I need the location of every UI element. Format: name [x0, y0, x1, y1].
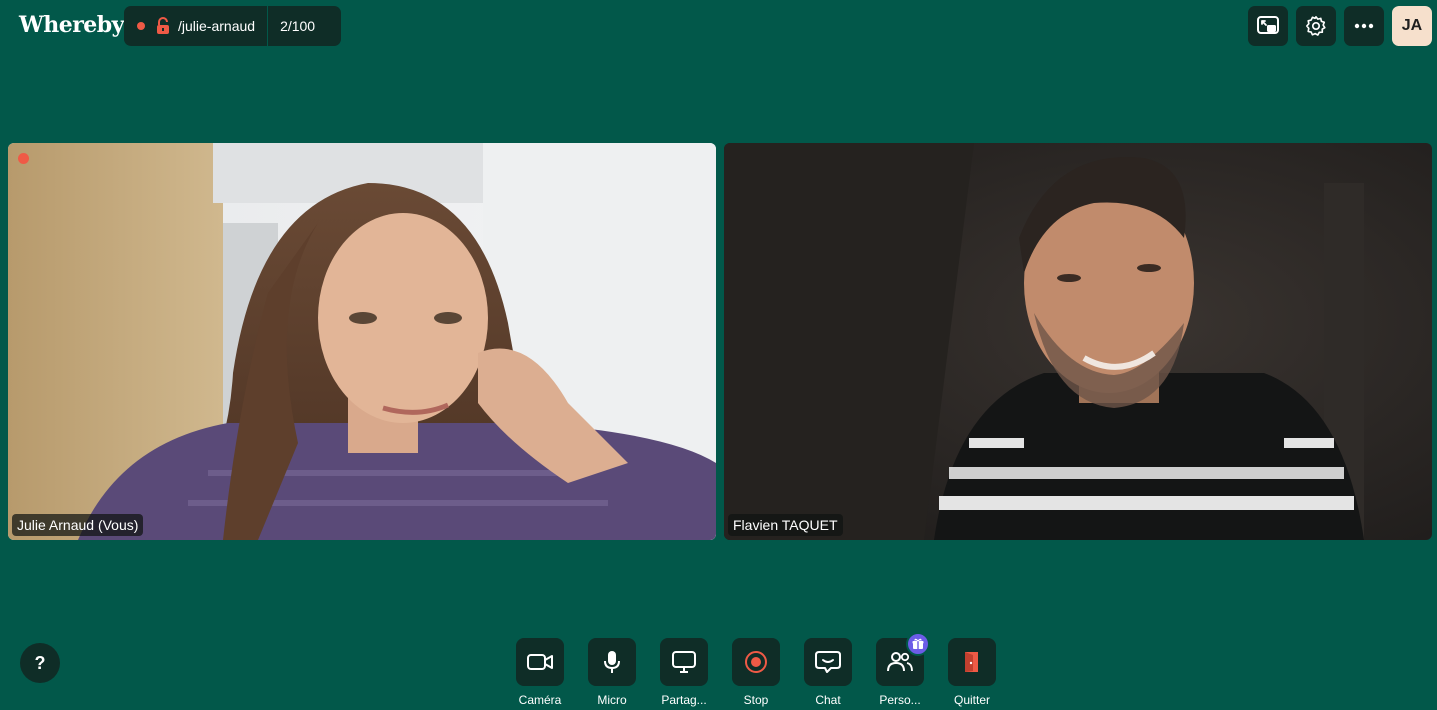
video-tile-self[interactable]: Julie Arnaud (Vous) — [8, 143, 716, 540]
self-video-feed — [8, 143, 716, 540]
microphone-control[interactable]: Micro — [582, 638, 642, 707]
gift-badge-icon — [906, 632, 930, 656]
people-control[interactable]: Perso... — [870, 632, 930, 707]
microphone-label: Micro — [597, 693, 627, 707]
picture-in-picture-button[interactable] — [1248, 6, 1288, 46]
participant-name-self: Julie Arnaud (Vous) — [12, 514, 144, 536]
recording-dot-icon — [137, 22, 145, 30]
recording-indicator-icon — [18, 153, 29, 164]
pill-divider — [267, 6, 269, 46]
unlocked-icon[interactable] — [155, 17, 171, 35]
chat-button[interactable] — [804, 638, 852, 686]
whereby-logo[interactable]: Whereby — [19, 12, 124, 38]
more-icon — [1354, 23, 1374, 29]
chat-label: Chat — [815, 693, 841, 707]
share-control[interactable]: Partag... — [654, 638, 714, 707]
microphone-icon — [604, 651, 620, 673]
meeting-screen: Whereby /julie-arnaud 2/100 JA Julie Arn… — [0, 0, 1437, 710]
room-name: /julie-arnaud — [178, 18, 256, 34]
leave-button[interactable] — [948, 638, 996, 686]
video-tile-remote[interactable]: Flavien TAQUET — [724, 143, 1432, 540]
stop-recording-button[interactable] — [732, 638, 780, 686]
people-label: Perso... — [879, 693, 921, 707]
settings-button[interactable] — [1296, 6, 1336, 46]
leave-control[interactable]: Quitter — [942, 638, 1002, 707]
remote-video-feed — [724, 143, 1432, 540]
screen-share-button[interactable] — [660, 638, 708, 686]
chat-icon — [815, 651, 841, 673]
camera-label: Caméra — [518, 693, 562, 707]
camera-control[interactable]: Caméra — [510, 638, 570, 707]
camera-icon — [527, 654, 553, 670]
more-options-button[interactable] — [1344, 6, 1384, 46]
people-icon — [887, 652, 913, 672]
recording-control[interactable]: Stop — [726, 638, 786, 707]
chat-control[interactable]: Chat — [798, 638, 858, 707]
record-stop-icon — [745, 651, 767, 673]
room-info-pill[interactable]: /julie-arnaud 2/100 — [124, 6, 341, 46]
microphone-button[interactable] — [588, 638, 636, 686]
gear-icon — [1306, 16, 1326, 36]
help-button[interactable]: ? — [20, 643, 60, 683]
participant-name-remote: Flavien TAQUET — [728, 514, 843, 536]
control-bar: Caméra Micro Partag... Stop Chat Perso..… — [510, 632, 996, 707]
screen-share-icon — [672, 651, 696, 673]
leave-label: Quitter — [953, 693, 990, 707]
participant-count: 2/100 — [280, 18, 316, 34]
header-actions: JA — [1248, 6, 1432, 46]
pip-icon — [1257, 16, 1279, 34]
user-avatar[interactable]: JA — [1392, 6, 1432, 46]
camera-button[interactable] — [516, 638, 564, 686]
leave-icon — [965, 652, 978, 672]
stop-label: Stop — [743, 693, 769, 707]
share-label: Partag... — [661, 693, 707, 707]
